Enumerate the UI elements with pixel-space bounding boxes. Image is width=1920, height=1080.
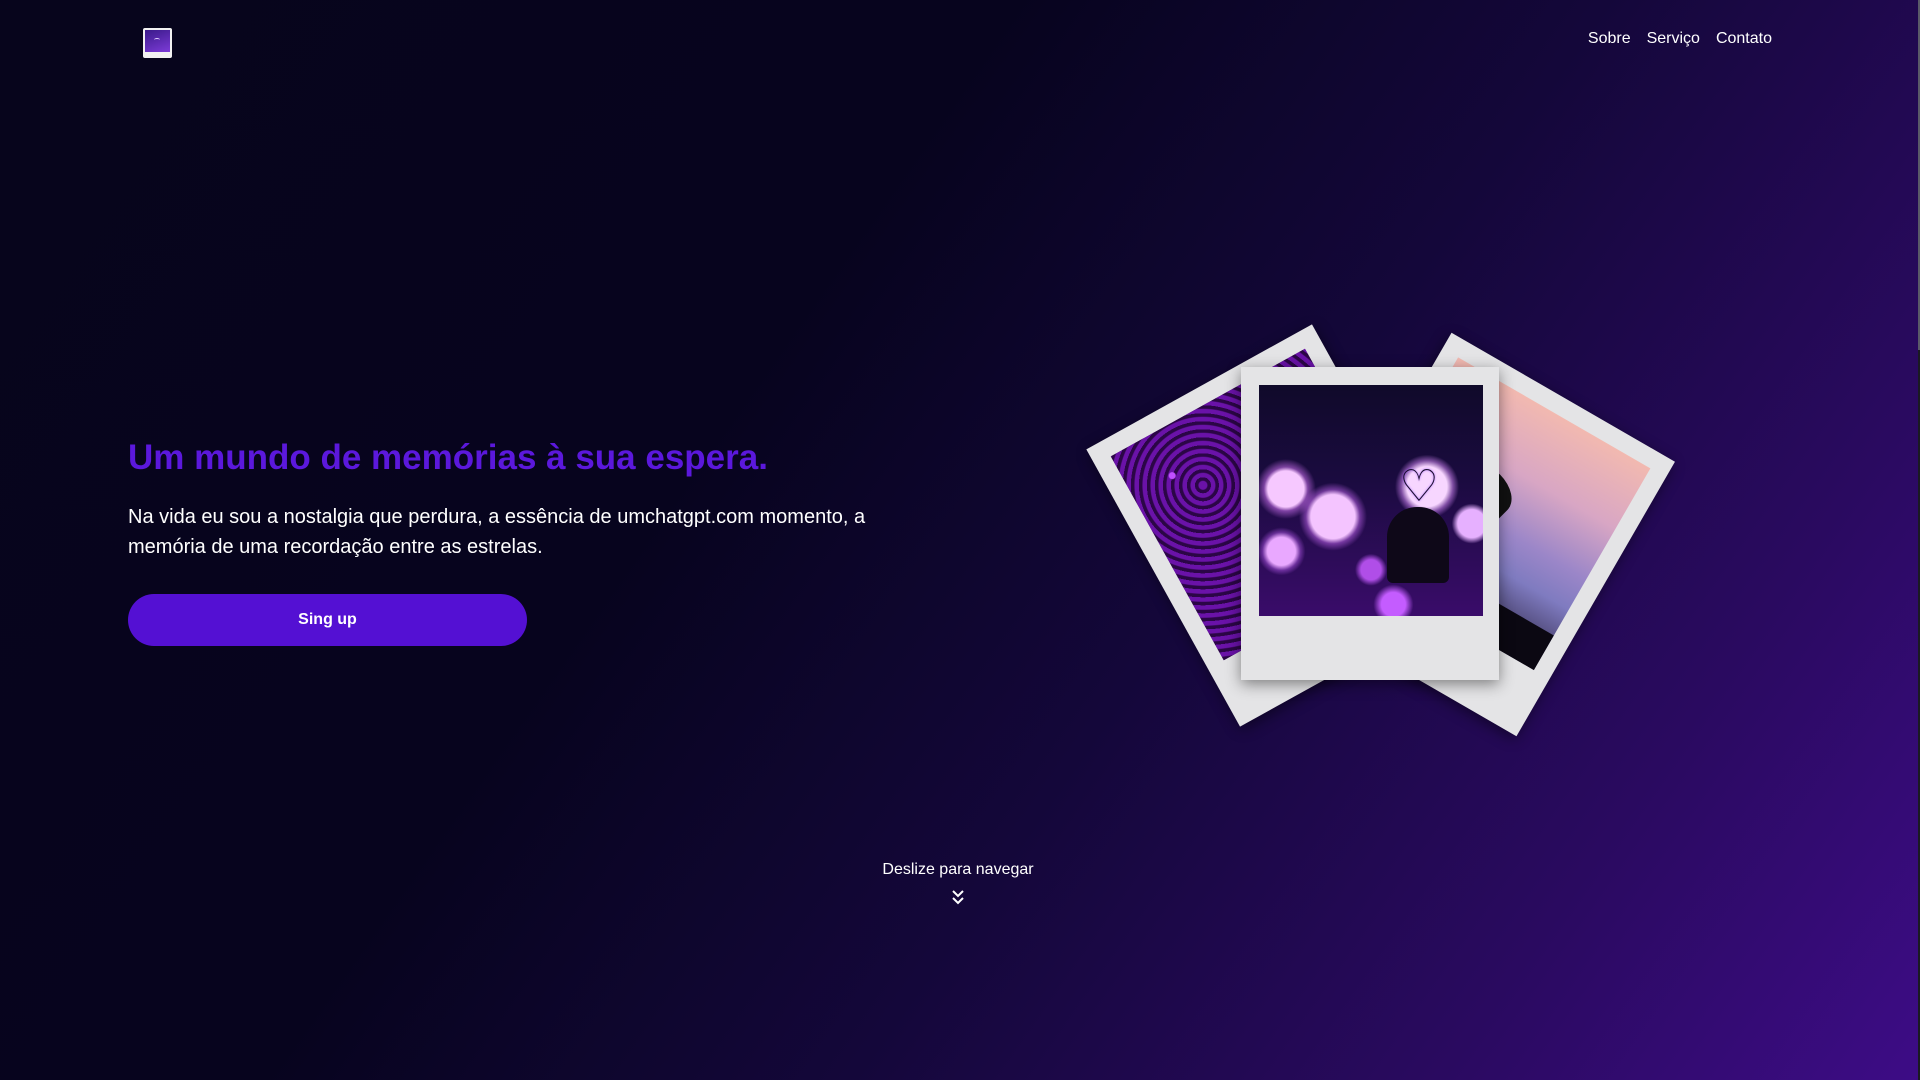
double-chevron-down-icon[interactable]	[950, 888, 966, 906]
logo-image	[145, 30, 170, 52]
polaroid-heart-ornament: ♡	[1241, 367, 1499, 680]
heart-icon: ♡	[1399, 462, 1439, 511]
nav-link-contato[interactable]: Contato	[1716, 30, 1772, 48]
polaroid-logo-icon[interactable]	[143, 28, 172, 58]
signup-button[interactable]: Sing up	[128, 594, 527, 646]
heart-ornament-bokeh-photo: ♡	[1259, 385, 1483, 616]
ornament-stand-silhouette	[1387, 507, 1449, 583]
hero-title: Um mundo de memórias à sua espera.	[128, 438, 768, 477]
nav-link-servico[interactable]: Serviço	[1647, 30, 1700, 48]
nav-link-sobre[interactable]: Sobre	[1588, 30, 1631, 48]
main-nav: Sobre Serviço Contato	[1588, 30, 1772, 48]
hero-description: Na vida eu sou a nostalgia que perdura, …	[128, 506, 866, 558]
scroll-hint-label: Deslize para navegar	[882, 861, 1034, 878]
landing-page: Sobre Serviço Contato Um mundo de memóri…	[0, 0, 1918, 1080]
